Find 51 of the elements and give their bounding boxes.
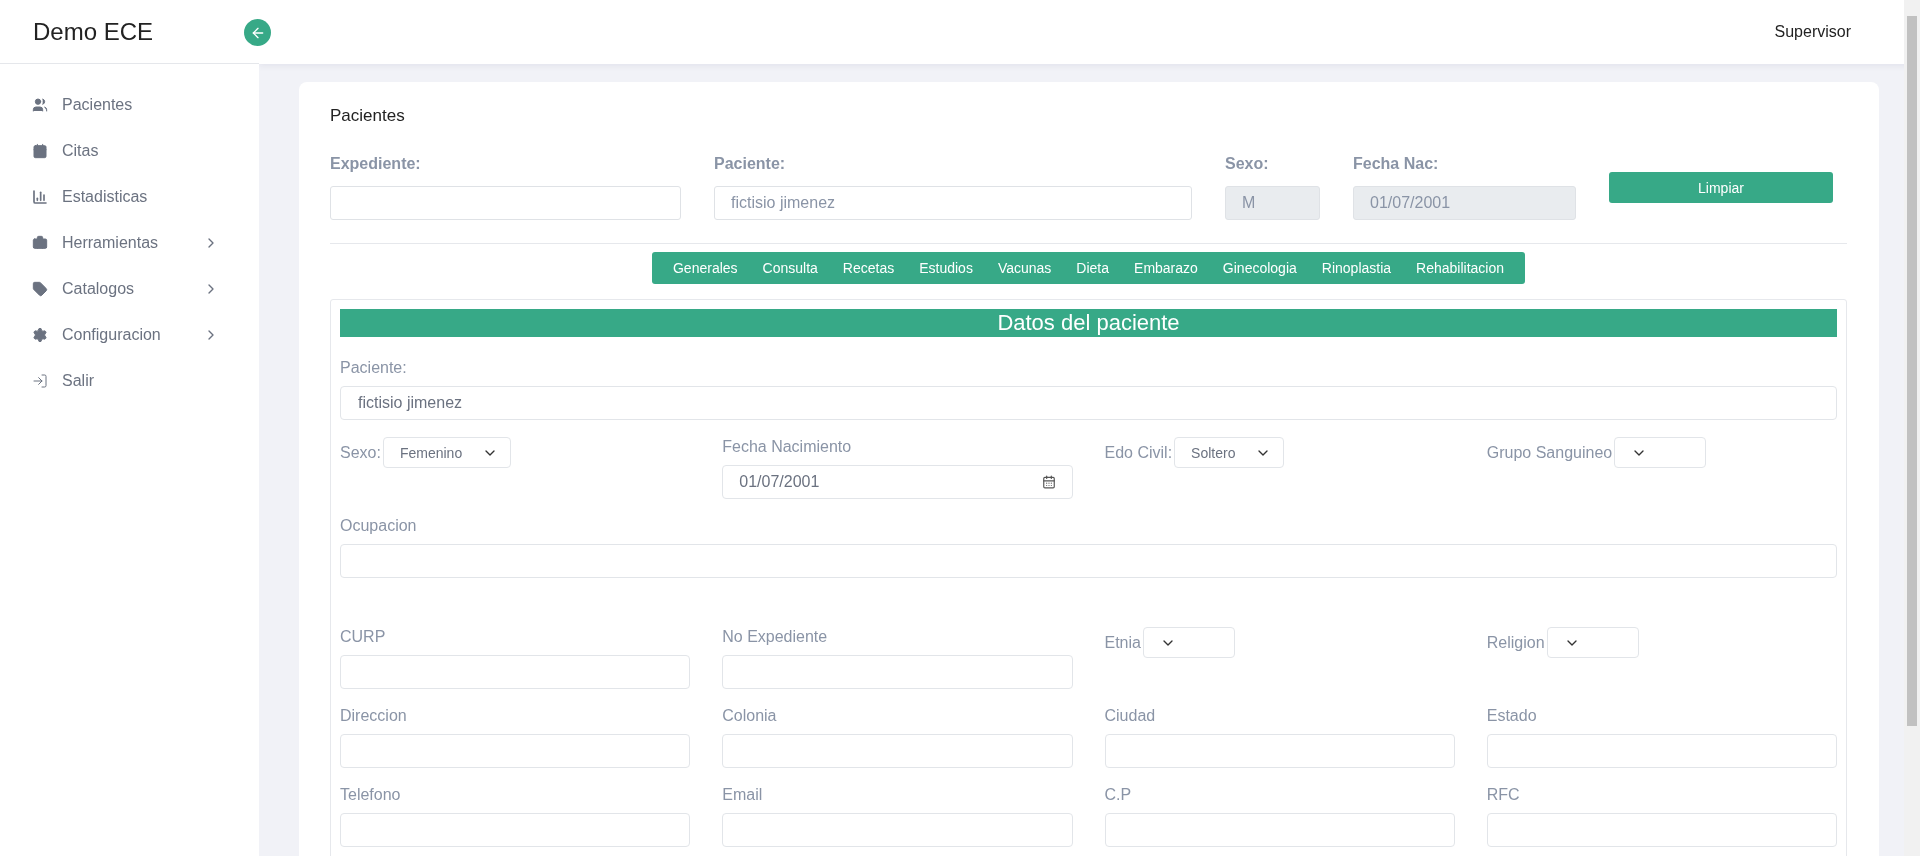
field-label: Fecha Nac:	[1353, 155, 1440, 173]
field-label: Sexo:	[1225, 155, 1270, 173]
readonly-field[interactable]: M	[1225, 186, 1320, 220]
field-label: Religion	[1486, 632, 1545, 653]
section-title: Datos del paciente	[340, 309, 1837, 337]
field-label: Paciente:	[340, 358, 408, 378]
sidebar-item[interactable]: Pacientes	[0, 82, 259, 128]
field-label: Etnia	[1104, 632, 1141, 653]
card-title: Pacientes	[330, 106, 406, 126]
tab[interactable]: Generales	[660, 252, 751, 284]
date-field[interactable]: 01/07/2001	[722, 465, 1073, 499]
input-field[interactable]: fictisio jimenez	[714, 186, 1192, 220]
field-label: Direccion	[340, 706, 408, 726]
tab[interactable]: Vacunas	[985, 252, 1064, 284]
user-name[interactable]: Supervisor	[1774, 23, 1851, 41]
tab[interactable]: Rinoplastia	[1309, 252, 1404, 284]
tab[interactable]: Embarazo	[1121, 252, 1211, 284]
tab[interactable]: Ginecologia	[1210, 252, 1310, 284]
field-label: Edo Civil:	[1104, 442, 1173, 463]
field-label: Email	[722, 785, 764, 805]
field-label: Colonia	[722, 706, 778, 726]
field-label: Ciudad	[1104, 706, 1157, 726]
field-label: Ocupacion	[340, 516, 418, 536]
field-label: Estado	[1486, 706, 1538, 726]
field-label: Grupo Sanguineo	[1486, 442, 1613, 463]
field-label: RFC	[1486, 785, 1521, 805]
sidebar-item[interactable]: Configuracion	[0, 312, 259, 358]
text-field[interactable]: fictisio jimenez	[340, 386, 1837, 420]
brand-title: Demo ECE	[33, 17, 154, 46]
field-label: C.P	[1104, 785, 1133, 805]
sidebar-item[interactable]: Estadisticas	[0, 174, 259, 220]
tab[interactable]: Dieta	[1063, 252, 1122, 284]
tab[interactable]: Consulta	[750, 252, 831, 284]
field-label: Telefono	[340, 785, 402, 805]
readonly-field[interactable]: 01/07/2001	[1353, 186, 1576, 220]
clear-button[interactable]: Limpiar	[1609, 172, 1833, 203]
select-field[interactable]: Soltero	[1174, 437, 1285, 468]
field-label: Sexo:	[340, 442, 381, 463]
sidebar-item[interactable]: Salir	[0, 358, 259, 404]
select-field[interactable]: Femenino	[382, 437, 512, 468]
field-label: Fecha Nacimiento	[722, 437, 853, 457]
field-label: Paciente:	[714, 155, 787, 173]
field-label: No Expediente	[722, 627, 829, 647]
field-label: Expediente:	[330, 155, 422, 173]
tab[interactable]: Recetas	[830, 252, 907, 284]
tab[interactable]: Rehabilitacion	[1403, 252, 1517, 284]
sidebar-item[interactable]: Citas	[0, 128, 259, 174]
tab[interactable]: Estudios	[906, 252, 986, 284]
sidebar-item[interactable]: Herramientas	[0, 220, 259, 266]
sidebar-item[interactable]: Catalogos	[0, 266, 259, 312]
field-label: CURP	[340, 627, 387, 647]
